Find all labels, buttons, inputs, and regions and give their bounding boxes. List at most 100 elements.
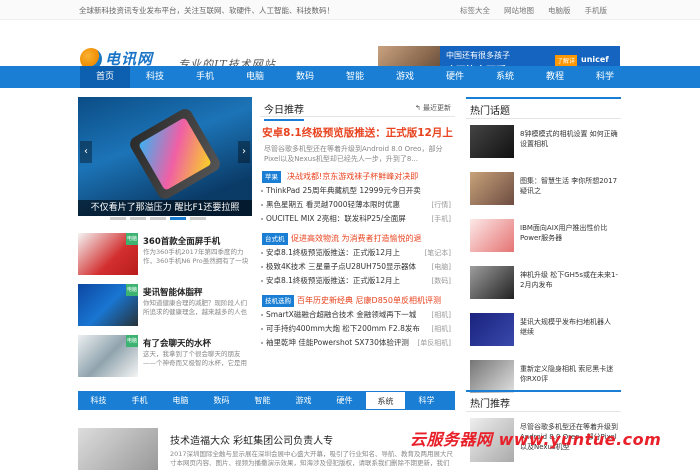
news-title[interactable]: ThinkPad 25周年典藏机型 12999元今日开卖 [266, 184, 421, 198]
story-item[interactable]: 电脑 360首款全面屏手机 作为360手机2017年第四季度的力作，360手机N… [78, 233, 252, 279]
story-item[interactable]: 电脑 斐讯智能体脂秤 你知道健康合理的减肥？现阶段人们所追求的健康理念，越来越多… [78, 284, 252, 330]
news-item[interactable]: 安卓8.1终极预览版推送：正式版12月上 [笔记本] [260, 246, 455, 260]
tab-digital[interactable]: 数码 [201, 391, 242, 410]
news-item[interactable]: 黑色星期五 看灵越7000轻薄本限时优惠 [行情] [260, 198, 455, 212]
hot-thumbnail[interactable] [470, 172, 514, 205]
headline-title[interactable]: 安卓8.1终极预览版推送：正式版12月上 [260, 125, 455, 140]
story-item[interactable]: 电脑 有了会聊天的水杯 这天，我拿到了个很会聊天的朋友——个神奇而又极智的水杯，… [78, 335, 252, 381]
hot-item[interactable]: 8钟模模式的相机设置 如何正确设置相机 [466, 119, 621, 166]
slider-caption[interactable]: 不仅看片了那溢压力 醒比F1还要拉照 [78, 200, 252, 216]
slider-dot[interactable] [150, 217, 166, 220]
bottom-story-title[interactable]: 技术造福大众 彩虹集团公司负责人专 [170, 432, 333, 447]
news-tag[interactable]: [数码] [432, 274, 451, 288]
top-bar: 全球新科技资讯专业发布平台，关注互联网、软硬件、人工智能、科技数码！ 标签大全 … [0, 0, 700, 20]
hot-text[interactable]: 重新定义隐身相机 索尼黑卡迷你RX0评 [520, 364, 618, 384]
image-slider[interactable]: ‹ › 不仅看片了那溢压力 醒比F1还要拉照 [78, 97, 252, 216]
news-item[interactable]: 可手持约400mm大炮 松下200mm F2.8发布 [相机] [260, 322, 455, 336]
hot-text[interactable]: 8钟模模式的相机设置 如何正确设置相机 [520, 129, 618, 149]
slider-next-button[interactable]: › [238, 141, 250, 163]
tag-index-link[interactable]: 标签大全 [460, 5, 490, 16]
story-tag: 电脑 [126, 233, 138, 245]
slider-prev-button[interactable]: ‹ [80, 141, 92, 163]
hot-item[interactable]: IBM面向AIX用户推出性价比Power服务器 [466, 213, 621, 260]
mobile-version-link[interactable]: 手机版 [585, 5, 608, 16]
news-tag[interactable]: [行情] [432, 198, 451, 212]
hot-text[interactable]: 斐讯大规模乎发布扫地机器人 继续 [520, 317, 618, 337]
tab-hardware[interactable]: 硬件 [324, 391, 365, 410]
hot-text[interactable]: IBM面向AIX用户推出性价比Power服务器 [520, 223, 618, 243]
nav-smart[interactable]: 智能 [330, 66, 380, 88]
desktop-version-link[interactable]: 电脑版 [548, 5, 571, 16]
nav-games[interactable]: 游戏 [380, 66, 430, 88]
bottom-story-thumbnail[interactable] [78, 428, 158, 470]
hot-thumbnail[interactable] [470, 313, 514, 346]
nav-hardware[interactable]: 硬件 [430, 66, 480, 88]
news-tag[interactable]: [笔记本] [425, 246, 451, 260]
news-title[interactable]: SmartX磁融合超融合技术 金融领域再下一城 [266, 308, 416, 322]
news-item[interactable]: 安卓8.1终极预览版推送：正式版12月上 [数码] [260, 274, 455, 288]
hot-thumbnail[interactable] [470, 125, 514, 158]
news-title[interactable]: 安卓8.1终极预览版推送：正式版12月上 [266, 274, 400, 288]
tab-tech[interactable]: 科技 [78, 391, 119, 410]
bottom-story[interactable]: 技术造福大众 彩虹集团公司负责人专 2017深圳国际全触与显示展在深圳会展中心盛… [78, 420, 455, 470]
hot-thumbnail[interactable] [470, 219, 514, 252]
news-title[interactable]: 袖里乾坤 佳能Powershot SX730体验评测 [266, 336, 409, 350]
nav-phone[interactable]: 手机 [180, 66, 230, 88]
news-title[interactable]: 安卓8.1终极预览版推送：正式版12月上 [266, 246, 400, 260]
slider-dot-active[interactable] [170, 217, 186, 220]
sitemap-link[interactable]: 网站地图 [504, 5, 534, 16]
story-title[interactable]: 有了会聊天的水杯 [143, 337, 211, 349]
hot-item[interactable]: 斐讯大规模乎发布扫地机器人 继续 [466, 307, 621, 354]
nav-computer[interactable]: 电脑 [230, 66, 280, 88]
news-tag[interactable]: [相机] [432, 308, 451, 322]
slider-dot[interactable] [190, 217, 206, 220]
nav-tutorial[interactable]: 教程 [530, 66, 580, 88]
category-title[interactable]: 百年历史新经典 尼康D850单反相机评测 [297, 295, 441, 306]
news-title[interactable]: 可手持约400mm大炮 松下200mm F2.8发布 [266, 322, 420, 336]
news-title[interactable]: OUCITEL MIX 2亮相：联发科P25/全面屏 [266, 212, 406, 226]
nav-home[interactable]: 首页 [80, 66, 130, 88]
news-item[interactable]: ThinkPad 25周年典藏机型 12999元今日开卖 [260, 184, 455, 198]
tab-system[interactable]: 系统 [365, 391, 406, 410]
slider-dot[interactable] [110, 217, 126, 220]
tab-smart[interactable]: 智能 [242, 391, 283, 410]
news-tag[interactable]: [相机] [432, 322, 451, 336]
news-title[interactable]: 黑色星期五 看灵越7000轻薄本限时优惠 [266, 198, 400, 212]
category-label[interactable]: 台式机 [262, 233, 288, 245]
hot-topics: 热门话题 8钟模模式的相机设置 如何正确设置相机 图集：智慧生活 李你所想201… [466, 97, 621, 401]
news-item[interactable]: 极致4K技术 三星量子点U28UH750显示器体 [电脑] [260, 260, 455, 274]
news-item[interactable]: SmartX磁融合超融合技术 金融领域再下一城 [相机] [260, 308, 455, 322]
story-title[interactable]: 360首款全面屏手机 [143, 235, 220, 247]
news-tag[interactable]: [电脑] [432, 260, 451, 274]
story-tag: 电脑 [126, 335, 138, 347]
news-item[interactable]: 袖里乾坤 佳能Powershot SX730体验评测 [单反相机] [260, 336, 455, 350]
nav-science[interactable]: 科学 [580, 66, 630, 88]
category-title[interactable]: 促进高效物流 为消费者打造愉悦的退 [291, 233, 422, 244]
nav-tech[interactable]: 科技 [130, 66, 180, 88]
tab-phone[interactable]: 手机 [119, 391, 160, 410]
slider-dot[interactable] [130, 217, 146, 220]
news-tag[interactable]: [手机] [432, 212, 451, 226]
hot-text[interactable]: 神机升级 松下GH5s或在未来1-2月内发布 [520, 270, 618, 290]
hot-thumbnail[interactable] [470, 266, 514, 299]
category-label[interactable]: 苹果 [262, 171, 281, 183]
news-item[interactable]: OUCITEL MIX 2亮相：联发科P25/全面屏 [手机] [260, 212, 455, 226]
story-title[interactable]: 斐讯智能体脂秤 [143, 286, 203, 298]
tab-computer[interactable]: 电脑 [160, 391, 201, 410]
news-tag[interactable]: [单反相机] [418, 336, 451, 350]
refresh-link[interactable]: ↰ 最近更新 [415, 103, 451, 113]
hot-item[interactable]: 图集：智慧生活 李你所想2017疑讯之 [466, 166, 621, 213]
tab-science[interactable]: 科学 [406, 391, 447, 410]
hot-text[interactable]: 图集：智慧生活 李你所想2017疑讯之 [520, 176, 618, 196]
nav-digital[interactable]: 数码 [280, 66, 330, 88]
main-nav: 首页 科技 手机 电脑 数码 智能 游戏 硬件 系统 教程 科学 [0, 66, 700, 88]
nav-system[interactable]: 系统 [480, 66, 530, 88]
news-title[interactable]: 极致4K技术 三星量子点U28UH750显示器体 [266, 260, 416, 274]
hot-item[interactable]: 神机升级 松下GH5s或在未来1-2月内发布 [466, 260, 621, 307]
category-tabs: 科技 手机 电脑 数码 智能 游戏 硬件 系统 科学 [78, 391, 455, 410]
bottom-story-desc: 2017深圳国际全触与显示展在深圳会展中心盛大开幕，吸引了行业知名、导航、教育及… [170, 450, 454, 467]
tab-games[interactable]: 游戏 [283, 391, 324, 410]
hot-thumbnail[interactable] [470, 360, 514, 393]
category-label[interactable]: 技机选购 [262, 295, 294, 307]
category-title[interactable]: 决战戏都!京东游戏袜子杯鲜峰对决即 [287, 171, 418, 182]
